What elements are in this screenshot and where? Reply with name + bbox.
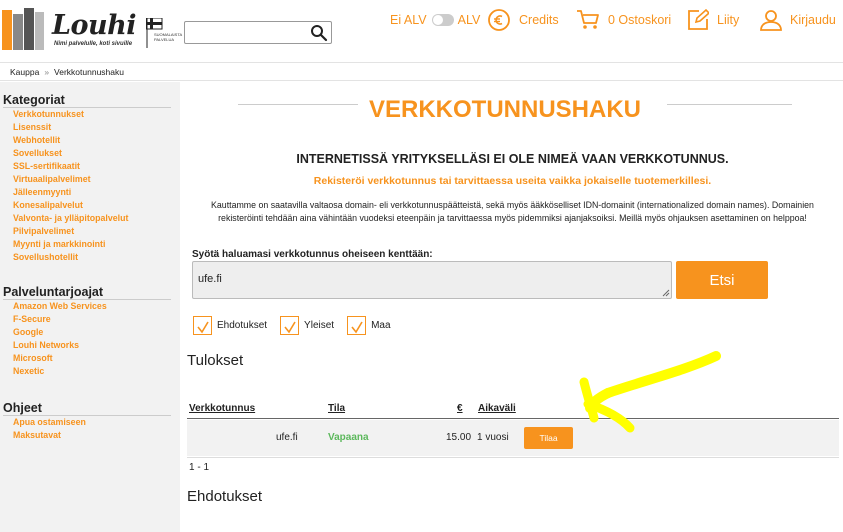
cart-link[interactable]: 0 Ostoskori <box>576 8 671 32</box>
results-title: Tulokset <box>187 352 244 369</box>
sidebar-item-louhi-networks[interactable]: Louhi Networks <box>13 339 107 352</box>
louhi-logo[interactable]: Louhi Nimi palvelulle, koti sivuille SUO… <box>2 6 182 52</box>
row-status-available: Vapaana <box>328 432 369 443</box>
generic-checkbox-label: Yleiset <box>304 320 335 331</box>
sidebar-item-pilvipalvelimet[interactable]: Pilvipalvelimet <box>13 225 128 238</box>
column-price[interactable]: € <box>457 403 463 414</box>
resize-handle-icon[interactable] <box>662 289 670 297</box>
site-search <box>184 21 332 44</box>
subheading: INTERNETISSÄ YRITYKSELLÄSI EI OLE NIMEÄ … <box>296 152 729 166</box>
breadcrumb: Kauppa » Verkkotunnushaku <box>0 62 843 81</box>
login-link[interactable]: Kirjaudu <box>760 8 836 32</box>
sidebar-item-sovellukset[interactable]: Sovellukset <box>13 147 128 160</box>
column-domain[interactable]: Verkkotunnus <box>189 403 255 414</box>
results-table-header: Verkkotunnus Tila € Aikaväli <box>187 402 839 419</box>
logo-flag-caption: SUOMALAISTA PALVELUA <box>154 32 182 42</box>
sidebar-item-lisenssit[interactable]: Lisenssit <box>13 121 128 134</box>
sidebar-item-microsoft[interactable]: Microsoft <box>13 352 107 365</box>
page-title: VERKKOTUNNUSHAKU <box>368 96 641 123</box>
cart-label: 0 Ostoskori <box>608 13 672 27</box>
sidebar-item-fsecure[interactable]: F-Secure <box>13 313 107 326</box>
breadcrumb-separator: » <box>44 67 50 77</box>
sidebar-categories-list: Verkkotunnukset Lisenssit Webhotellit So… <box>13 108 128 264</box>
sidebar-categories-title: Kategoriat <box>3 93 65 107</box>
row-period: 1 vuosi <box>477 432 509 443</box>
sidebar-item-myynti[interactable]: Myynti ja markkinointi <box>13 238 128 251</box>
sidebar-help-list: Apua ostamiseen Maksutavat <box>13 416 86 442</box>
sidebar: Kategoriat Verkkotunnukset Lisenssit Web… <box>0 82 180 532</box>
check-icon <box>283 321 296 334</box>
join-label: Liity <box>717 13 740 27</box>
description: Kauttamme on saatavilla valtaosa domain-… <box>211 200 814 223</box>
sidebar-providers-list: Amazon Web Services F-Secure Google Louh… <box>13 300 107 378</box>
sidebar-help-title: Ohjeet <box>3 401 42 415</box>
domain-input[interactable]: ufe.fi <box>192 261 672 299</box>
credits-label: Credits <box>519 13 559 27</box>
user-icon <box>760 10 782 31</box>
sidebar-item-virtuaalipalvelimet[interactable]: Virtuaalipalvelimet <box>13 173 128 186</box>
alv-switch[interactable] <box>431 14 454 26</box>
search-options: Ehdotukset Yleiset Maa <box>193 316 404 335</box>
subline: Rekisteröi verkkotunnus tai tarvittaessa… <box>313 175 712 187</box>
logo-wordmark: Louhi <box>52 10 137 41</box>
column-period[interactable]: Aikaväli <box>478 403 516 414</box>
cart-icon <box>577 10 599 29</box>
row-price: 15.00 <box>446 432 472 443</box>
table-row: ufe.fi Vapaana 15.00 1 vuosi Tilaa <box>187 420 839 456</box>
check-icon <box>350 321 363 334</box>
site-header: Louhi Nimi palvelulle, koti sivuille SUO… <box>0 0 843 62</box>
logo-tagline: Nimi palvelulle, koti sivuille <box>54 41 133 47</box>
sidebar-item-jalleenmyynti[interactable]: Jälleenmyynti <box>13 186 128 199</box>
breadcrumb-current: Verkkotunnushaku <box>54 67 124 77</box>
domain-input-label: Syötä haluamasi verkkotunnus oheiseen ke… <box>192 249 433 260</box>
sidebar-item-webhotellit[interactable]: Webhotellit <box>13 134 128 147</box>
sidebar-item-ssl[interactable]: SSL-sertifikaatit <box>13 160 128 173</box>
check-icon <box>196 321 209 334</box>
search-icon[interactable] <box>310 24 328 42</box>
country-checkbox-label: Maa <box>371 320 391 331</box>
sidebar-item-aws[interactable]: Amazon Web Services <box>13 300 107 313</box>
sidebar-item-valvonta[interactable]: Valvonta- ja ylläpitopalvelut <box>13 212 128 225</box>
suggestions-title: Ehdotukset <box>187 488 263 505</box>
alv-off-label: Ei ALV <box>390 13 427 27</box>
join-link[interactable]: Liity <box>687 8 739 32</box>
euro-icon <box>488 9 510 31</box>
sidebar-item-konesalipalvelut[interactable]: Konesalipalvelut <box>13 199 128 212</box>
annotation-arrow-icon <box>579 351 721 433</box>
sidebar-providers-title: Palveluntarjoajat <box>3 285 104 299</box>
sidebar-item-sovellushotellit[interactable]: Sovellushotellit <box>13 251 128 264</box>
alv-on-label: ALV <box>457 13 481 27</box>
alv-toggle[interactable]: Ei ALV ALV <box>390 8 480 32</box>
column-status[interactable]: Tila <box>328 403 345 414</box>
country-checkbox[interactable] <box>347 316 367 335</box>
sidebar-item-nexetic[interactable]: Nexetic <box>13 365 107 378</box>
search-input[interactable] <box>185 22 305 43</box>
main-content: VERKKOTUNNUSHAKU INTERNETISSÄ YRITYKSELL… <box>180 82 843 532</box>
pagination: 1 - 1 <box>189 462 210 473</box>
domain-input-value: ufe.fi <box>198 273 222 285</box>
table-bottom-border <box>187 457 839 458</box>
sidebar-item-apua[interactable]: Apua ostamiseen <box>13 416 86 429</box>
books-icon <box>2 6 46 50</box>
suggestions-checkbox-label: Ehdotukset <box>217 320 268 331</box>
generic-checkbox[interactable] <box>280 316 300 335</box>
sidebar-item-maksutavat[interactable]: Maksutavat <box>13 429 86 442</box>
row-domain: ufe.fi <box>276 432 298 443</box>
suggestions-checkbox[interactable] <box>193 316 212 335</box>
credits-link[interactable]: Credits <box>487 8 559 32</box>
login-label: Kirjaudu <box>790 13 836 27</box>
sidebar-item-google[interactable]: Google <box>13 326 107 339</box>
search-button[interactable]: Etsi <box>676 261 768 299</box>
breadcrumb-home[interactable]: Kauppa <box>10 67 39 77</box>
edit-icon <box>688 9 709 30</box>
sidebar-item-verkkotunnukset[interactable]: Verkkotunnukset <box>13 108 128 121</box>
